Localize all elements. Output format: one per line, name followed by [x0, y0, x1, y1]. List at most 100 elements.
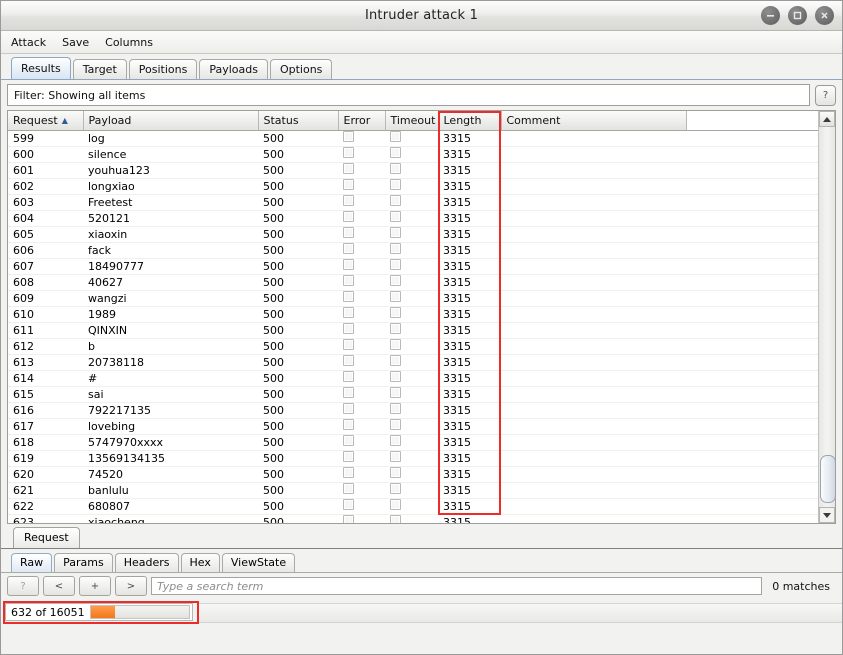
checkbox-icon[interactable] — [390, 179, 401, 190]
search-help-icon[interactable]: ? — [7, 576, 39, 596]
cell-timeout-checkbox[interactable] — [385, 482, 438, 499]
tab-results[interactable]: Results — [11, 57, 71, 79]
checkbox-icon[interactable] — [343, 211, 354, 222]
cell-timeout-checkbox[interactable] — [385, 370, 438, 387]
column-header-status[interactable]: Status — [258, 111, 339, 131]
table-row[interactable]: 620 74520 500 3315 — [8, 466, 818, 483]
subtab-hex[interactable]: Hex — [180, 553, 220, 572]
table-row[interactable]: 613 20738118 500 3315 — [8, 354, 818, 371]
cell-timeout-checkbox[interactable] — [385, 306, 438, 323]
cell-error-checkbox[interactable] — [338, 498, 385, 515]
tab-options[interactable]: Options — [269, 59, 333, 79]
checkbox-icon[interactable] — [343, 339, 354, 350]
table-row[interactable]: 607 18490777 500 3315 — [8, 258, 818, 275]
checkbox-icon[interactable] — [390, 259, 401, 270]
checkbox-icon[interactable] — [343, 243, 354, 254]
table-row[interactable]: 608 40627 500 3315 — [8, 274, 818, 291]
cell-error-checkbox[interactable] — [338, 130, 385, 147]
checkbox-icon[interactable] — [390, 211, 401, 222]
table-row[interactable]: 610 1989 500 3315 — [8, 306, 818, 323]
column-header-timeout[interactable]: Timeout — [385, 111, 439, 131]
cell-timeout-checkbox[interactable] — [385, 194, 438, 211]
table-row[interactable]: 601 youhua123 500 3315 — [8, 162, 818, 179]
column-header-comment[interactable]: Comment — [501, 111, 687, 131]
column-header-request[interactable]: Request ▲ — [8, 111, 84, 131]
checkbox-icon[interactable] — [343, 227, 354, 238]
tab-positions[interactable]: Positions — [128, 59, 198, 79]
table-row[interactable]: 605 xiaoxin 500 3315 — [8, 226, 818, 243]
checkbox-icon[interactable] — [390, 499, 401, 510]
table-row[interactable]: 604 520121 500 3315 — [8, 210, 818, 227]
cell-error-checkbox[interactable] — [338, 370, 385, 387]
cell-error-checkbox[interactable] — [338, 354, 385, 371]
table-row[interactable]: 618 5747970xxxx 500 3315 — [8, 434, 818, 451]
subtab-viewstate[interactable]: ViewState — [221, 553, 296, 572]
subtab-params[interactable]: Params — [54, 553, 113, 572]
search-input[interactable]: Type a search term — [151, 577, 763, 595]
tab-target[interactable]: Target — [72, 59, 127, 79]
menu-item-save[interactable]: Save — [60, 35, 91, 50]
checkbox-icon[interactable] — [390, 323, 401, 334]
checkbox-icon[interactable] — [343, 387, 354, 398]
cell-error-checkbox[interactable] — [338, 194, 385, 211]
maximize-button[interactable] — [788, 6, 807, 25]
table-row[interactable]: 612 b 500 3315 — [8, 338, 818, 355]
cell-error-checkbox[interactable] — [338, 322, 385, 339]
scrollbar-track[interactable] — [819, 127, 835, 507]
cell-timeout-checkbox[interactable] — [385, 338, 438, 355]
cell-timeout-checkbox[interactable] — [385, 146, 438, 163]
cell-error-checkbox[interactable] — [338, 306, 385, 323]
cell-error-checkbox[interactable] — [338, 434, 385, 451]
checkbox-icon[interactable] — [343, 403, 354, 414]
checkbox-icon[interactable] — [390, 483, 401, 494]
cell-timeout-checkbox[interactable] — [385, 242, 438, 259]
table-row[interactable]: 617 lovebing 500 3315 — [8, 418, 818, 435]
checkbox-icon[interactable] — [390, 355, 401, 366]
checkbox-icon[interactable] — [343, 467, 354, 478]
search-add-button[interactable]: + — [79, 576, 111, 596]
cell-timeout-checkbox[interactable] — [385, 226, 438, 243]
cell-error-checkbox[interactable] — [338, 242, 385, 259]
checkbox-icon[interactable] — [390, 243, 401, 254]
cell-error-checkbox[interactable] — [338, 226, 385, 243]
filter-help-icon[interactable]: ? — [815, 84, 836, 106]
cell-error-checkbox[interactable] — [338, 290, 385, 307]
cell-timeout-checkbox[interactable] — [385, 178, 438, 195]
tab-payloads[interactable]: Payloads — [199, 59, 268, 79]
column-header-length[interactable]: Length — [438, 111, 502, 131]
checkbox-icon[interactable] — [390, 419, 401, 430]
checkbox-icon[interactable] — [343, 451, 354, 462]
checkbox-icon[interactable] — [390, 195, 401, 206]
subtab-headers[interactable]: Headers — [114, 553, 179, 572]
checkbox-icon[interactable] — [343, 435, 354, 446]
checkbox-icon[interactable] — [343, 355, 354, 366]
checkbox-icon[interactable] — [343, 499, 354, 510]
cell-timeout-checkbox[interactable] — [385, 418, 438, 435]
cell-error-checkbox[interactable] — [338, 418, 385, 435]
table-row[interactable]: 599 log 500 3315 — [8, 130, 818, 147]
filter-bar[interactable]: Filter: Showing all items — [7, 84, 810, 106]
cell-timeout-checkbox[interactable] — [385, 402, 438, 419]
scrollbar-thumb[interactable] — [820, 455, 835, 503]
checkbox-icon[interactable] — [343, 323, 354, 334]
column-header-error[interactable]: Error — [338, 111, 386, 131]
checkbox-icon[interactable] — [390, 515, 401, 523]
cell-timeout-checkbox[interactable] — [385, 290, 438, 307]
cell-error-checkbox[interactable] — [338, 402, 385, 419]
checkbox-icon[interactable] — [343, 179, 354, 190]
checkbox-icon[interactable] — [390, 131, 401, 142]
cell-error-checkbox[interactable] — [338, 482, 385, 499]
checkbox-icon[interactable] — [343, 307, 354, 318]
checkbox-icon[interactable] — [390, 147, 401, 158]
cell-error-checkbox[interactable] — [338, 338, 385, 355]
checkbox-icon[interactable] — [390, 339, 401, 350]
cell-timeout-checkbox[interactable] — [385, 210, 438, 227]
table-row[interactable]: 621 banlulu 500 3315 — [8, 482, 818, 499]
scroll-up-arrow-icon[interactable] — [819, 111, 835, 127]
cell-error-checkbox[interactable] — [338, 258, 385, 275]
table-row[interactable]: 622 680807 500 3315 — [8, 498, 818, 515]
cell-error-checkbox[interactable] — [338, 466, 385, 483]
cell-error-checkbox[interactable] — [338, 178, 385, 195]
checkbox-icon[interactable] — [390, 227, 401, 238]
table-row[interactable]: 619 13569134135 500 3315 — [8, 450, 818, 467]
